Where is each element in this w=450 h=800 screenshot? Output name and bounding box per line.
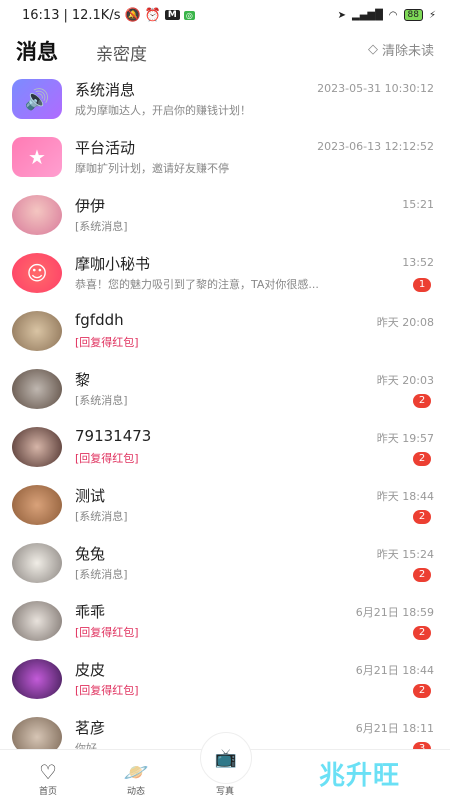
avatar[interactable] [12,485,62,525]
signal-icon: ▂▄▆█ [352,9,383,21]
message-time: 昨天 19:57 [376,432,434,445]
contact-name: 测试 [75,487,106,505]
message-time: 2023-06-13 12:12:52 [317,140,434,153]
contact-name: fgfddh [75,311,124,329]
unread-badge: 2 [413,626,431,640]
m-app-icon: M [164,10,180,20]
avatar[interactable] [12,195,62,235]
conversation-row[interactable]: ★ 平台活动摩咖扩列计划，邀请好友赚不停 2023-06-13 12:12:52 [0,128,450,185]
message-preview: 成为摩咖达人，开启你的赚钱计划！ [75,104,251,117]
tab-messages[interactable]: 消息 [16,36,58,66]
heart-chat-icon: ♡ [39,760,57,784]
mute-bell-icon: 🔕 [124,7,141,23]
conversation-row[interactable]: fgfddh [回复得红包] 昨天 20:08 [0,302,450,359]
conversation-row[interactable]: 测试 [系统消息] 昨天 18:44 2 [0,476,450,533]
tab-intimacy[interactable]: 亲密度 [96,40,147,65]
status-bar: 16:13 | 12.1K/s 🔕 ⏰ M ◎ ➤ ▂▄▆█ ◠ 88 ⚡ [22,7,436,23]
eraser-icon: ◇ [367,42,378,57]
tab-feed-label: 动态 [126,787,145,797]
avatar[interactable] [12,311,62,351]
unread-badge: 1 [413,278,431,292]
charging-icon: ⚡ [428,9,436,21]
tab-feed[interactable]: 🪐 动态 [116,760,156,797]
unread-badge: 2 [413,568,431,582]
conversation-row[interactable]: 79131473 [回复得红包] 昨天 19:57 2 [0,418,450,475]
conversation-row[interactable]: 皮皮 [回复得红包] 6月21日 18:44 2 [0,650,450,707]
alarm-icon: ⏰ [144,7,161,23]
unread-badge: 2 [413,394,431,408]
conversation-row[interactable]: 兔兔 [系统消息] 昨天 15:24 2 [0,534,450,591]
message-preview: [回复得红包] [75,626,139,639]
unread-badge: 2 [413,684,431,698]
contact-name: 皮皮 [75,661,106,679]
message-preview: [回复得红包] [75,452,139,465]
contact-name: 兔兔 [75,545,106,563]
message-time: 13:52 [402,256,434,269]
wifi-icon: ◠ [388,9,398,21]
message-preview: 摩咖扩列计划，邀请好友赚不停 [75,162,229,175]
message-preview: [系统消息] [75,510,128,523]
tab-photo[interactable]: 写真 [205,784,245,797]
message-time: 昨天 20:08 [376,316,434,329]
contact-name: 乖乖 [75,603,106,621]
message-preview: [回复得红包] [75,336,139,349]
message-preview: [回复得红包] [75,684,139,697]
message-preview: [系统消息] [75,568,128,581]
clear-unread-button[interactable]: ◇ 清除未读 [368,40,434,59]
avatar[interactable] [12,659,62,699]
message-time: 6月21日 18:11 [355,722,434,735]
avatar[interactable] [12,601,62,641]
message-preview: [系统消息] [75,394,128,407]
tab-home[interactable]: ♡ 首页 [28,760,68,797]
tab-photo-label: 写真 [215,787,234,797]
conversation-row[interactable]: 乖乖 [回复得红包] 6月21日 18:59 2 [0,592,450,649]
message-preview: [系统消息] [75,220,128,233]
message-time: 昨天 18:44 [376,490,434,503]
tab-home-label: 首页 [38,787,57,797]
contact-name: 摩咖小秘书 [75,255,151,273]
message-time: 6月21日 18:44 [355,664,434,677]
message-time: 昨天 20:03 [376,374,434,387]
contact-name: 79131473 [75,427,152,445]
conversation-row[interactable]: ☺ 摩咖小秘书恭喜！您的魅力吸引到了黎的注意，TA对你很感... 13:52 1 [0,244,450,301]
message-time: 6月21日 18:59 [355,606,434,619]
contact-name: 平台活动 [75,139,136,157]
message-time: 15:21 [402,198,434,211]
avatar[interactable] [12,427,62,467]
battery-icon: 88 [403,9,423,21]
speaker-icon[interactable]: 🔊 [12,79,62,119]
tv-play-icon: 📺 [214,747,238,769]
wechat-icon: ◎ [183,10,195,20]
message-preview: 恭喜！您的魅力吸引到了黎的注意，TA对你很感... [75,278,319,291]
unread-badge: 2 [413,510,431,524]
avatar[interactable]: ☺ [12,253,62,293]
message-time: 2023-05-31 10:30:12 [317,82,434,95]
message-time: 昨天 15:24 [376,548,434,561]
planet-icon: 🪐 [123,760,149,784]
net-speed: 12.1K/s [71,7,121,23]
avatar[interactable] [12,543,62,583]
watermark-logo: 兆升旺 [318,761,400,791]
clear-unread-label: 清除未读 [381,44,434,59]
contact-name: 茗彦 [75,719,106,737]
clock: 16:13 [22,7,60,23]
header: 消息 亲密度 ◇ 清除未读 [0,30,450,70]
conversation-row[interactable]: 🔊 系统消息成为摩咖达人，开启你的赚钱计划！ 2023-05-31 10:30:12 [0,70,450,127]
bottom-tab-bar: ♡ 首页 🪐 动态 📺 写真 兆升旺 [0,732,450,800]
location-icon: ➤ [337,9,347,21]
contact-name: 黎 [75,371,91,389]
contact-name: 系统消息 [75,81,136,99]
contact-name: 伊伊 [75,197,106,215]
conversation-row[interactable]: 黎 [系统消息] 昨天 20:03 2 [0,360,450,417]
conversation-row[interactable]: 伊伊 [系统消息] 15:21 [0,186,450,243]
photo-button[interactable]: 📺 [200,732,252,784]
unread-badge: 2 [413,452,431,466]
star-icon[interactable]: ★ [12,137,62,177]
avatar[interactable] [12,369,62,409]
